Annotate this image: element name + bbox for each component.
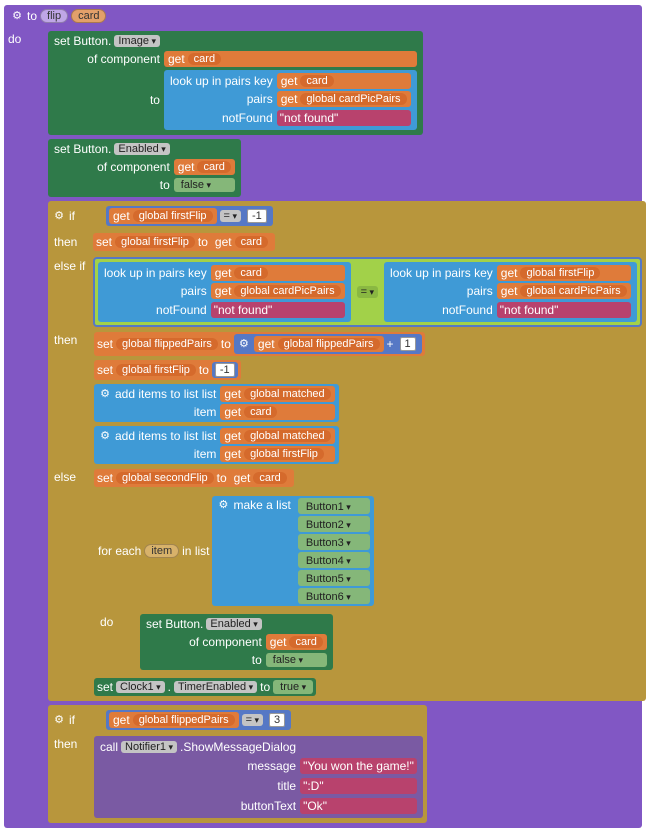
set-button-label: set Button.	[54, 34, 111, 48]
if-win-block[interactable]: if getglobal flippedPairs = 3 then call …	[48, 705, 427, 823]
get-firstflip-1[interactable]: get global firstFlip	[109, 208, 217, 224]
set-firstflip-card[interactable]: set global firstFlip to getcard	[93, 233, 275, 251]
set-firstflip-neg1[interactable]: set global firstFlip to -1	[94, 360, 241, 380]
list-item[interactable]: Button3	[298, 534, 370, 550]
get-card-3[interactable]: get card	[174, 159, 235, 175]
list-item[interactable]: Button4	[298, 552, 370, 568]
gear-icon[interactable]	[98, 429, 112, 443]
set-button-enabled-loop[interactable]: set Button. Enabled of component getcard…	[140, 614, 333, 670]
not-found-1[interactable]: not found	[277, 110, 411, 126]
call-notifier[interactable]: call Notifier1 .ShowMessageDialog messag…	[94, 736, 423, 818]
list-item[interactable]: Button6	[298, 588, 370, 604]
list-item[interactable]: Button1	[298, 498, 370, 514]
lookup-block-1[interactable]: look up in pairs key get card pairs get …	[164, 70, 417, 130]
gear-icon[interactable]	[52, 209, 66, 223]
add-items-1[interactable]: add items to list list getglobal matched…	[94, 384, 339, 422]
set-button-image[interactable]: set Button. Image of component get card …	[48, 31, 423, 135]
add-items-2[interactable]: add items to list list getglobal matched…	[94, 426, 339, 464]
proc-name[interactable]: flip	[40, 9, 68, 23]
gear-icon[interactable]	[98, 387, 112, 401]
gear-icon[interactable]	[216, 498, 230, 512]
set-secondflip[interactable]: set global secondFlip to getcard	[94, 469, 294, 487]
get-card-2[interactable]: get card	[277, 73, 411, 89]
lookup-block-L[interactable]: look up in pairs key getcard pairs getgl…	[98, 262, 351, 322]
gear-icon[interactable]	[52, 713, 66, 727]
get-cardpairs-1[interactable]: get global cardPicPairs	[277, 91, 411, 107]
eq-test-1[interactable]: get global firstFlip = -1	[106, 206, 273, 226]
do-label: do	[6, 30, 44, 48]
msg-won[interactable]: You won the game!	[300, 758, 417, 774]
msg-ok[interactable]: Ok	[300, 798, 417, 814]
get-card-1[interactable]: get card	[164, 51, 417, 67]
eq-test-win[interactable]: getglobal flippedPairs = 3	[106, 710, 291, 730]
procedure-block[interactable]: to flip card do set Button. Image of com…	[4, 5, 642, 828]
gear-icon[interactable]	[10, 9, 24, 23]
set-flippedpairs-inc[interactable]: set global flippedPairs to getglobal fli…	[94, 332, 425, 356]
kw-to: to	[27, 9, 37, 23]
prop-enabled[interactable]: Enabled	[114, 143, 169, 155]
elseif-condition[interactable]: look up in pairs key getcard pairs getgl…	[93, 257, 642, 327]
false-literal-1[interactable]: false	[174, 178, 235, 192]
make-a-list[interactable]: make a list Button1Button2Button3Button4…	[212, 496, 373, 606]
set-button-enabled[interactable]: set Button. Enabled of component get car…	[48, 139, 241, 197]
prop-image[interactable]: Image	[114, 35, 160, 47]
to-label-1: to	[150, 93, 160, 107]
msg-title[interactable]: :D	[300, 778, 417, 794]
if-block-main[interactable]: if get global firstFlip = -1 then set	[48, 201, 646, 701]
of-component-label: of component	[87, 52, 160, 66]
set-clock-timer[interactable]: set Clock1 . TimerEnabled to true	[94, 678, 316, 696]
foreach-block[interactable]: for each item in list make a list Button…	[94, 491, 378, 674]
list-item[interactable]: Button5	[298, 570, 370, 586]
proc-param[interactable]: card	[71, 9, 106, 23]
lookup-block-R[interactable]: look up in pairs key getglobal firstFlip…	[384, 262, 637, 322]
gear-icon[interactable]	[237, 337, 251, 351]
list-item[interactable]: Button2	[298, 516, 370, 532]
